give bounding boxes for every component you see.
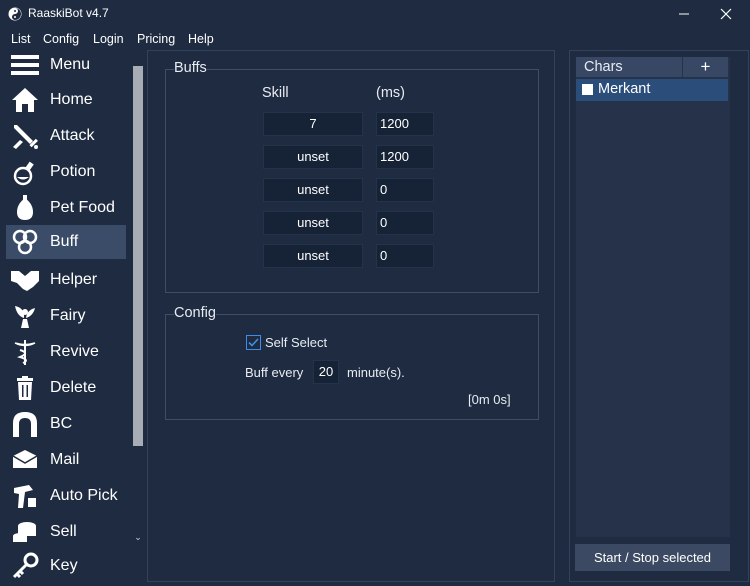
sidebar-item-label: Helper — [50, 271, 98, 288]
skill-field-5[interactable]: unset — [263, 244, 363, 268]
sidebar-item-label: Fairy — [50, 307, 86, 324]
add-char-button[interactable]: + — [682, 57, 728, 77]
buff-interval-input[interactable]: 20 — [313, 360, 339, 384]
buffs-group: Buffs Skill (ms) 7 1200 unset 1200 unset… — [165, 60, 539, 293]
hamburger-icon — [10, 50, 40, 80]
sidebar-item-label: Key — [50, 557, 78, 574]
sidebar-item-home[interactable]: Home — [6, 83, 126, 117]
minutes-unit-label: minute(s). — [347, 365, 405, 380]
skill-field-3[interactable]: unset — [263, 178, 363, 202]
key-icon — [10, 551, 40, 581]
minimize-button[interactable] — [664, 0, 704, 28]
sidebar-item-label: Pet Food — [50, 199, 115, 216]
coins-icon — [10, 517, 40, 547]
ms-field-2[interactable]: 1200 — [376, 145, 434, 169]
self-select-label: Self Select — [265, 335, 328, 350]
sidebar-item-label: BC — [50, 415, 73, 432]
menu-bar: List Config Login Pricing Help — [0, 29, 750, 49]
ms-field-4[interactable]: 0 — [376, 211, 434, 235]
minimize-icon — [679, 13, 689, 15]
title-bar: RaaskiBot v4.7 — [0, 0, 750, 28]
config-group: Config Self Select Buff every 20 minute(… — [165, 305, 539, 420]
ms-column-header: (ms) — [376, 85, 405, 101]
potion-icon — [10, 157, 40, 187]
sidebar: Menu Home Attack Potion Pet Food Buff He… — [0, 50, 146, 586]
pet-food-icon — [10, 193, 40, 223]
sidebar-item-mail[interactable]: Mail — [6, 443, 126, 477]
skill-field-1[interactable]: 7 — [263, 112, 363, 136]
skill-column-header: Skill — [262, 85, 289, 101]
ms-field-1[interactable]: 1200 — [376, 112, 434, 136]
sidebar-item-menu[interactable]: Menu — [6, 50, 126, 82]
sidebar-item-label: Home — [50, 91, 93, 108]
home-icon — [10, 85, 40, 115]
sidebar-item-label: Delete — [50, 379, 97, 396]
menu-help[interactable]: Help — [188, 32, 214, 46]
sidebar-item-label: Buff — [50, 233, 79, 250]
sidebar-item-label: Auto Pick — [50, 487, 118, 504]
skill-field-4[interactable]: unset — [263, 211, 363, 235]
menu-login[interactable]: Login — [93, 32, 124, 46]
skill-field-2[interactable]: unset — [263, 145, 363, 169]
caduceus-icon — [10, 337, 40, 367]
mail-icon — [10, 445, 40, 475]
char-list-item[interactable]: Merkant — [576, 79, 728, 101]
sword-icon — [10, 121, 40, 151]
self-select-checkbox[interactable] — [246, 335, 261, 350]
timer-readout: [0m 0s] — [468, 392, 511, 407]
sidebar-item-revive[interactable]: Revive — [6, 335, 126, 369]
menu-list[interactable]: List — [11, 32, 30, 46]
sidebar-item-bc[interactable]: BC — [6, 407, 126, 441]
sidebar-item-fairy[interactable]: Fairy — [6, 299, 126, 333]
sidebar-item-buff[interactable]: Buff — [6, 225, 126, 259]
app-logo-icon — [8, 7, 22, 21]
sidebar-scrollbar-thumb[interactable] — [133, 66, 143, 446]
pick-hand-icon — [10, 481, 40, 511]
handshake-icon — [10, 265, 40, 295]
sidebar-item-potion[interactable]: Potion — [6, 155, 126, 189]
buff-swirl-icon — [10, 227, 40, 257]
close-button[interactable] — [706, 0, 746, 28]
char-name: Merkant — [598, 81, 651, 97]
gate-icon — [10, 409, 40, 439]
window-title: RaaskiBot v4.7 — [28, 6, 109, 20]
ms-field-3[interactable]: 0 — [376, 178, 434, 202]
menu-config[interactable]: Config — [43, 32, 79, 46]
trash-icon — [10, 373, 40, 403]
config-group-title: Config — [174, 305, 216, 321]
buffs-group-title: Buffs — [174, 60, 207, 76]
sidebar-item-label: Revive — [50, 343, 99, 360]
chars-header: Chars + — [576, 57, 728, 77]
sidebar-item-helper[interactable]: Helper — [6, 263, 126, 297]
sidebar-item-key[interactable]: Key — [6, 549, 126, 583]
chars-title: Chars — [584, 59, 623, 75]
checkmark-icon — [248, 338, 259, 347]
char-checkbox[interactable] — [582, 84, 593, 95]
sidebar-item-label: Menu — [50, 56, 91, 73]
sidebar-item-attack[interactable]: Attack — [6, 119, 126, 153]
fairy-icon — [10, 301, 40, 331]
scroll-down-icon[interactable]: ⌄ — [132, 531, 144, 543]
menu-pricing[interactable]: Pricing — [137, 32, 175, 46]
sidebar-item-label: Sell — [50, 523, 77, 540]
sidebar-item-delete[interactable]: Delete — [6, 371, 126, 405]
sidebar-item-label: Mail — [50, 451, 80, 468]
sidebar-item-label: Attack — [50, 127, 95, 144]
sidebar-item-auto-pick[interactable]: Auto Pick — [6, 479, 126, 513]
start-stop-selected-button[interactable]: Start / Stop selected — [575, 544, 730, 571]
sidebar-item-label: Potion — [50, 163, 96, 180]
chars-list: Chars + Merkant — [576, 57, 730, 537]
sidebar-item-pet-food[interactable]: Pet Food — [6, 191, 126, 225]
close-icon — [720, 8, 732, 20]
ms-field-5[interactable]: 0 — [376, 244, 434, 268]
sidebar-item-sell[interactable]: Sell — [6, 515, 126, 549]
buff-panel: Buffs Skill (ms) 7 1200 unset 1200 unset… — [147, 50, 555, 582]
buff-every-label: Buff every — [245, 365, 304, 380]
